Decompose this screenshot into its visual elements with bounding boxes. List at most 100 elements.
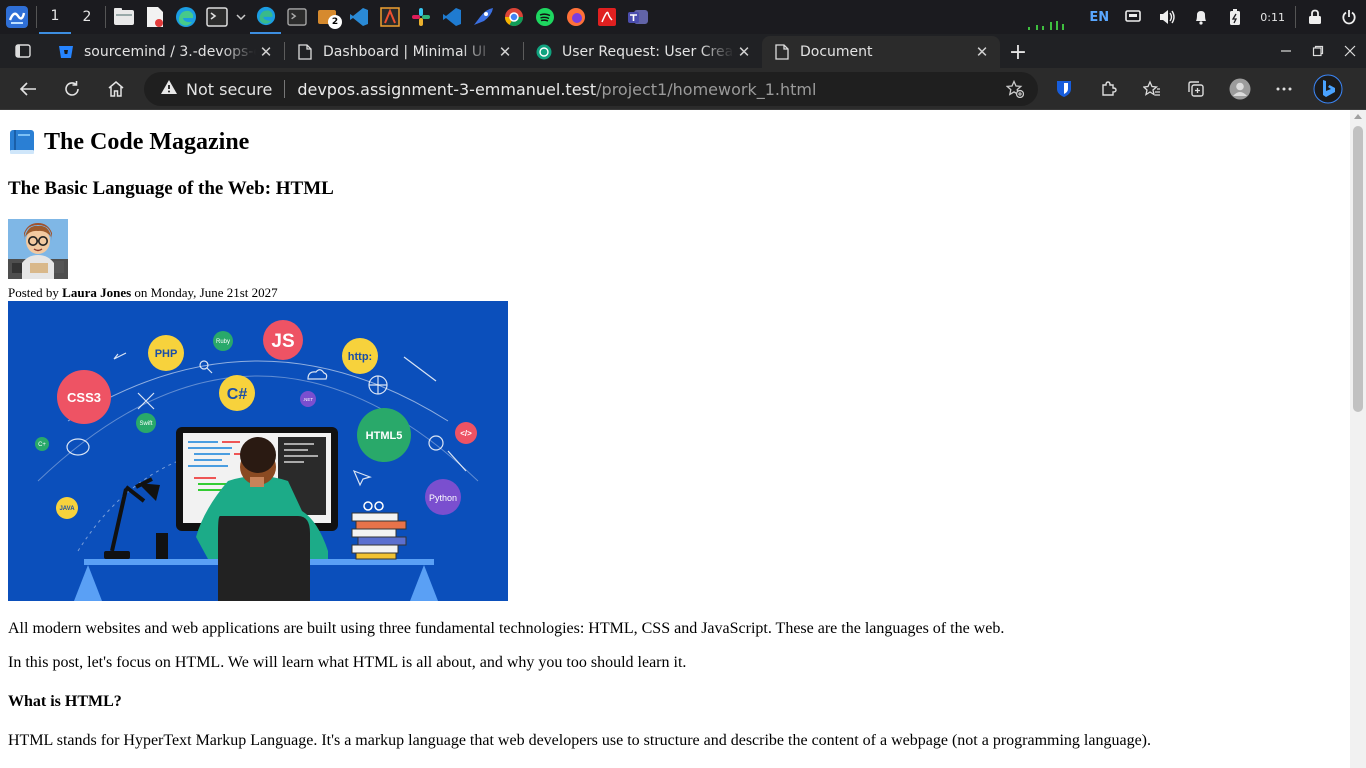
python-bubble: Python — [429, 493, 457, 503]
volume-icon[interactable] — [1150, 0, 1184, 34]
window-controls — [1270, 34, 1366, 68]
code-bubble: </> — [460, 429, 472, 438]
hero-illustration: PHP Ruby JS http: CSS3 C# .NET HTML5 Swi… — [8, 301, 508, 601]
clock[interactable]: 0:11 — [1252, 0, 1293, 34]
cplus-bubble: C+ — [38, 442, 46, 448]
screen-icon[interactable] — [1116, 0, 1150, 34]
files-app-icon[interactable] — [108, 0, 139, 34]
js-bubble: JS — [271, 331, 294, 352]
new-tab-button[interactable]: + — [1000, 36, 1036, 68]
toolbar-right — [1042, 68, 1350, 110]
css3-bubble: CSS3 — [67, 390, 101, 405]
close-icon[interactable]: ✕ — [495, 42, 515, 62]
byline-date: on Monday, June 21st 2027 — [134, 285, 278, 300]
power-icon[interactable] — [1332, 0, 1366, 34]
page-scrollbar[interactable] — [1350, 110, 1366, 768]
close-icon[interactable]: ✕ — [256, 42, 276, 62]
refresh-icon[interactable] — [50, 69, 94, 109]
security-label[interactable]: Not secure — [186, 80, 272, 99]
copilot-icon[interactable] — [1306, 69, 1350, 109]
java-bubble: JAVA — [59, 506, 75, 512]
workspace-1[interactable]: 1 — [39, 0, 71, 34]
system-tray: EN 0:11 — [1026, 0, 1366, 34]
close-icon[interactable]: ✕ — [972, 42, 992, 62]
bitbucket-icon — [58, 44, 74, 60]
edge-browser-icon[interactable] — [170, 0, 201, 34]
profile-avatar-icon[interactable] — [1218, 69, 1262, 109]
tab-title: User Request: User Creatic — [562, 44, 734, 60]
terminal-2-icon[interactable] — [281, 0, 312, 34]
tab-actions-icon[interactable] — [0, 34, 46, 68]
slack-icon[interactable] — [405, 0, 436, 34]
close-window-icon[interactable] — [1334, 34, 1366, 68]
csharp-bubble: C# — [227, 386, 248, 403]
add-favorite-icon[interactable] — [1005, 79, 1025, 102]
vscode-icon[interactable] — [343, 0, 374, 34]
favorites-icon[interactable] — [1130, 69, 1174, 109]
extensions-icon[interactable] — [1086, 69, 1130, 109]
notification-bell-icon[interactable] — [1184, 0, 1218, 34]
browser-tab-bar: sourcemind / 3.-devops-c ✕ Dashboard | M… — [0, 34, 1366, 68]
terminal-icon[interactable] — [201, 0, 232, 34]
address-divider — [284, 80, 286, 98]
page-icon — [297, 44, 313, 60]
ruby-bubble: Ruby — [216, 339, 230, 345]
folder-badge-icon[interactable]: 2 — [312, 0, 343, 34]
minimize-icon[interactable] — [1270, 34, 1302, 68]
address-bar[interactable]: Not secure devpos.assignment-3-emmanuel.… — [144, 72, 1038, 106]
http-bubble: http: — [348, 351, 372, 363]
taskbar-separator — [105, 6, 106, 28]
more-options-icon[interactable] — [1262, 69, 1306, 109]
collections-icon[interactable] — [1174, 69, 1218, 109]
intro-paragraph: All modern websites and web applications… — [8, 620, 1005, 637]
php-bubble: PHP — [155, 348, 178, 360]
chevron-down-icon[interactable] — [232, 0, 250, 34]
home-icon[interactable] — [94, 69, 138, 109]
tab-sourcemind[interactable]: sourcemind / 3.-devops-c ✕ — [46, 36, 284, 68]
page-viewport: The Code Magazine The Basic Language of … — [0, 110, 1350, 768]
vscode-2-icon[interactable] — [436, 0, 467, 34]
scrollbar-thumb[interactable] — [1353, 126, 1363, 412]
taskbar: 1 2 2 EN 0:11 — [0, 0, 1366, 34]
firefox-icon[interactable] — [560, 0, 591, 34]
spotify-icon[interactable] — [529, 0, 560, 34]
chatgpt-icon — [536, 44, 552, 60]
back-arrow-icon[interactable] — [6, 69, 50, 109]
page-title: The Code Magazine — [8, 128, 249, 156]
taskbar-separator — [36, 6, 37, 28]
url-path[interactable]: /project1/homework_1.html — [596, 80, 816, 99]
restore-icon[interactable] — [1302, 34, 1334, 68]
article-title: The Basic Language of the Web: HTML — [8, 178, 334, 199]
html5-bubble: HTML5 — [366, 430, 403, 442]
blue-book-icon — [10, 130, 34, 154]
start-menu-icon[interactable] — [0, 0, 34, 34]
text-editor-icon[interactable] — [374, 0, 405, 34]
tab-user-request[interactable]: User Request: User Creatic ✕ — [524, 36, 762, 68]
app-badge: 2 — [328, 15, 342, 29]
language-indicator[interactable]: EN — [1082, 0, 1116, 34]
author-avatar — [8, 219, 68, 279]
tab-title: Dashboard | Minimal UI — [323, 44, 487, 60]
workspace-2[interactable]: 2 — [71, 0, 103, 34]
url-host[interactable]: devpos.assignment-3-emmanuel.test — [297, 80, 596, 99]
author-name: Laura Jones — [62, 285, 132, 300]
byline: Posted by Laura Jones on Monday, June 21… — [8, 285, 278, 301]
close-icon[interactable]: ✕ — [734, 42, 754, 62]
document-viewer-icon[interactable] — [139, 0, 170, 34]
warning-icon[interactable] — [160, 79, 178, 99]
pdf-reader-icon[interactable] — [591, 0, 622, 34]
page-title-text: The Code Magazine — [44, 128, 250, 155]
battery-icon[interactable] — [1218, 0, 1252, 34]
bitwarden-icon[interactable] — [1042, 69, 1086, 109]
tab-document[interactable]: Document ✕ — [762, 36, 1000, 68]
tab-dashboard[interactable]: Dashboard | Minimal UI ✕ — [285, 36, 523, 68]
rocket-app-icon[interactable] — [467, 0, 498, 34]
byline-prefix: Posted by — [8, 285, 59, 300]
edge-browser-active-icon[interactable] — [250, 0, 281, 34]
lock-icon[interactable] — [1298, 0, 1332, 34]
chrome-icon[interactable] — [498, 0, 529, 34]
html-definition-paragraph: HTML stands for HyperText Markup Languag… — [8, 732, 1152, 749]
tab-title: Document — [800, 44, 873, 60]
teams-icon[interactable] — [622, 0, 653, 34]
scroll-up-arrow-icon[interactable] — [1354, 114, 1362, 119]
